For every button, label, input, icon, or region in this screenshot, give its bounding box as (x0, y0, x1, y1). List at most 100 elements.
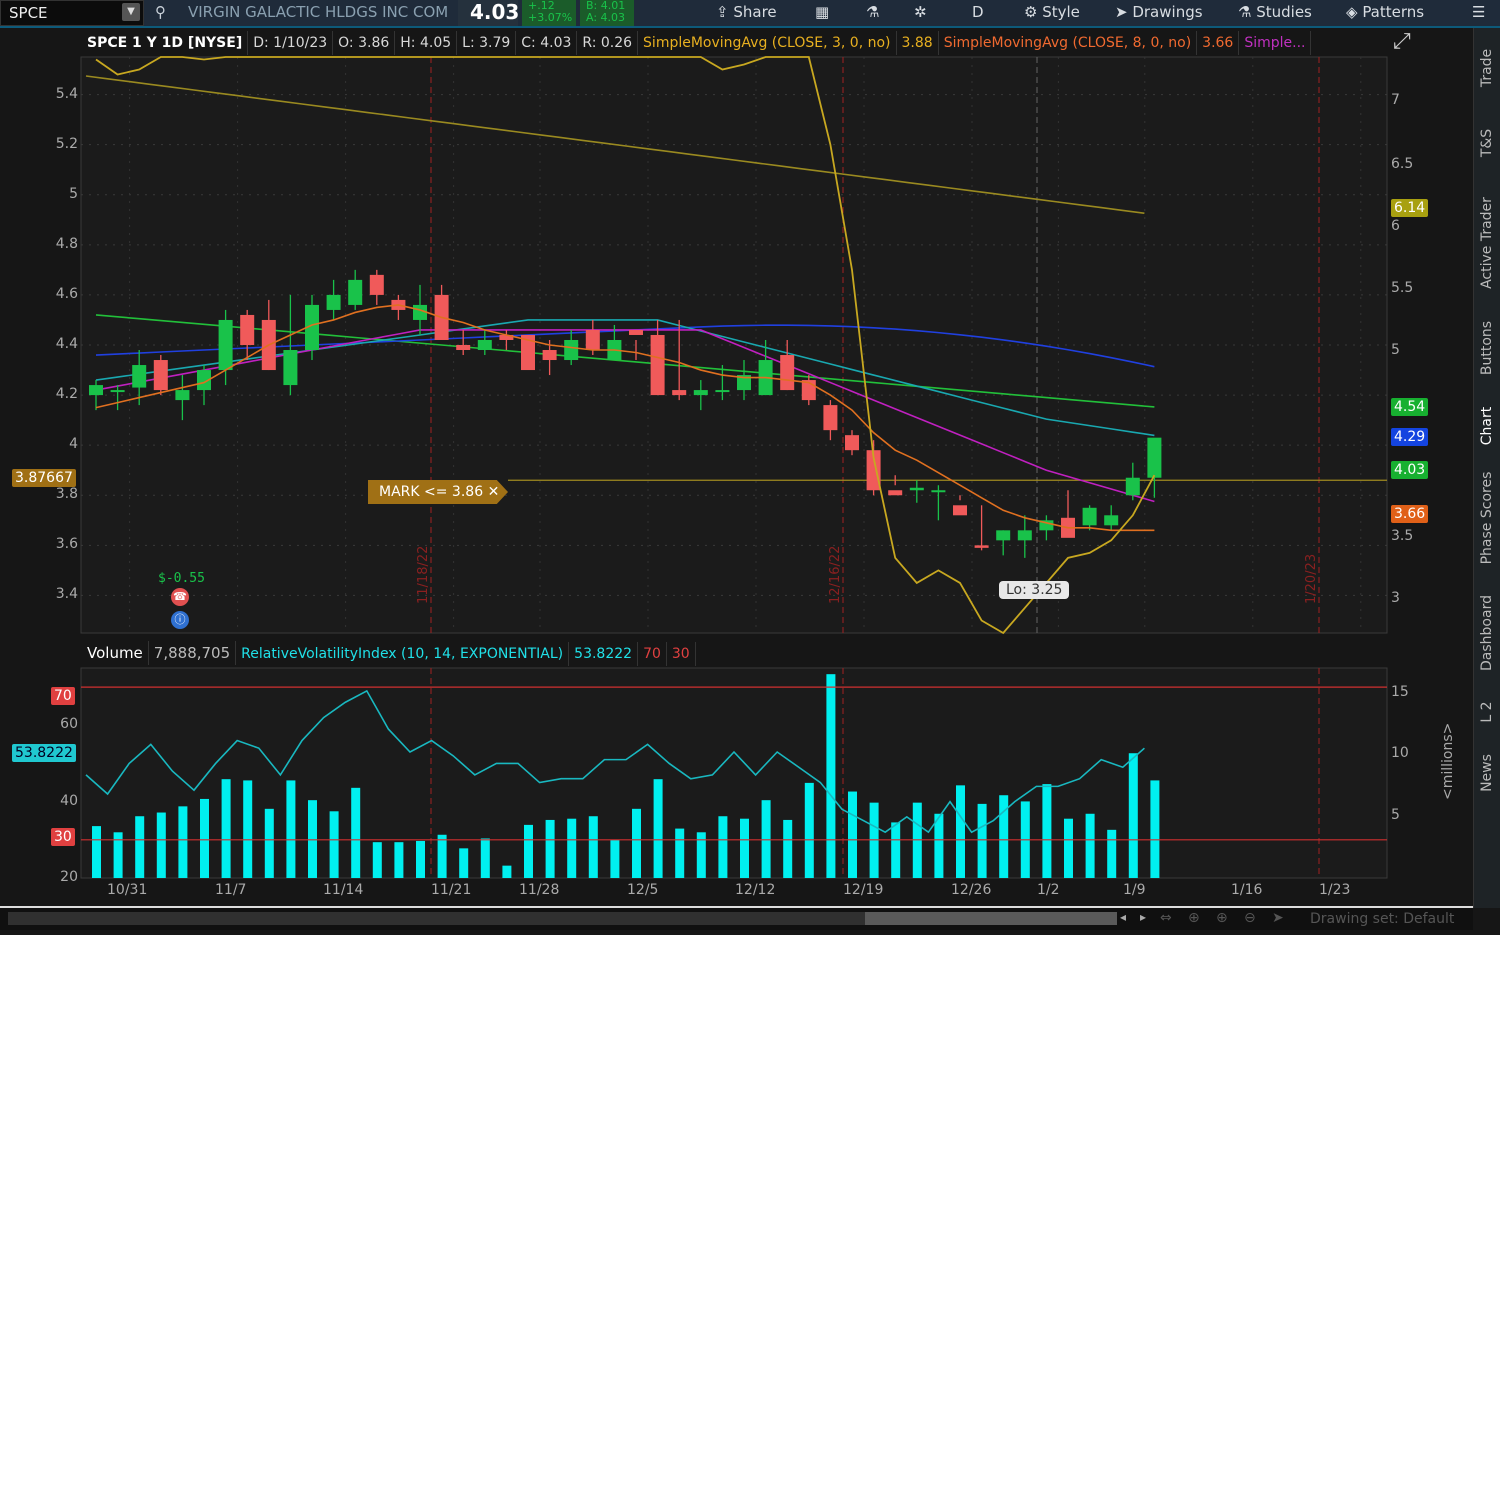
volume-bar (956, 785, 965, 878)
price-right-tick-label: 3.5 (1391, 528, 1414, 544)
candle-up (218, 319, 233, 371)
volume-bar (1064, 818, 1073, 878)
sidebar-tab-active-trader[interactable]: Active Trader (1479, 197, 1495, 289)
volume-panel (80, 667, 1388, 879)
sidebar-tab-news[interactable]: News (1479, 754, 1495, 792)
date-tick-label: 12/26 (951, 882, 992, 898)
price-right-tick-label: 5 (1391, 342, 1400, 358)
rvi-badge-value: 53.8222 (12, 744, 76, 762)
sidebar-tab-phase-scores[interactable]: Phase Scores (1479, 472, 1495, 565)
volume-bar (135, 816, 145, 878)
info-icon[interactable]: ⓘ (171, 611, 189, 629)
candle-down (650, 334, 665, 396)
scroll-left-icon[interactable]: ◂ (1120, 910, 1126, 924)
pan-icon[interactable]: ⇔ (1160, 910, 1172, 926)
volume-bar (891, 822, 901, 878)
volume-header: Volume 7,888,705 RelativeVolatilityIndex (… (82, 641, 696, 666)
candle-down (629, 329, 643, 335)
date-tick-label: 1/9 (1123, 882, 1146, 898)
candle-down (974, 545, 989, 548)
volume-bar (264, 808, 274, 878)
volume-bar (113, 832, 123, 878)
volume-bar (783, 819, 793, 878)
expiration-label: 12/16/22 (828, 545, 843, 604)
pointer-icon[interactable]: ➤ (1272, 910, 1284, 926)
expiration-label: 11/18/22 (416, 545, 431, 604)
volume-bar (740, 818, 749, 878)
volume-bar (286, 780, 296, 878)
scroll-thumb[interactable] (865, 912, 1117, 925)
drawing-set-label[interactable]: Drawing set: Default (1310, 911, 1454, 927)
rvi-tick-label: 60 (60, 716, 78, 733)
candle-up (1104, 515, 1119, 526)
price-panel (80, 56, 1388, 634)
volume-bar (848, 791, 857, 878)
right-sidebar: Trade T&S Active Trader Buttons Chart Phase S… (1473, 28, 1500, 908)
timeline-scrollbar[interactable]: ◂ ▸ ⇔ ⊕ ⊕ ⊖ ➤ Drawing set: Default (0, 906, 1473, 930)
volume-bar (696, 832, 706, 878)
volume-bar (1042, 784, 1052, 878)
candle-down (456, 345, 471, 351)
mark-alert-label[interactable]: MARK <= 3.86 ✕ (368, 480, 508, 504)
sidebar-tab-chart[interactable]: Chart (1479, 407, 1495, 445)
volume-bar (524, 824, 533, 878)
price-tick-label: 5.4 (55, 85, 78, 102)
menu-icon[interactable]: ☰ (1472, 0, 1485, 26)
volume-bar (1150, 780, 1160, 878)
volume-bar (1085, 813, 1095, 878)
earnings-icon[interactable]: ☎ (171, 588, 189, 606)
expiration-label: 1/20/23 (1304, 553, 1319, 604)
zoom-in-icon[interactable]: ⊕ (1216, 910, 1228, 926)
volume-bar (653, 779, 663, 878)
badge-6-14: 6.14 (1391, 199, 1429, 217)
candle-up (348, 279, 363, 305)
badge-3-66: 3.66 (1391, 505, 1429, 523)
candle-down (585, 329, 600, 351)
candle-up (715, 390, 730, 393)
sidebar-tab-buttons[interactable]: Buttons (1479, 321, 1495, 375)
volume-bar (156, 812, 166, 878)
rvi-label[interactable]: RelativeVolatilityIndex (10, 14, EXPONEN… (236, 642, 570, 666)
price-tick-label: 4.2 (55, 386, 78, 403)
badge-4-29: 4.29 (1391, 428, 1429, 446)
volume-bar (221, 779, 231, 878)
sidebar-tab-l-2[interactable]: L 2 (1479, 701, 1495, 722)
price-badge-left: 3.87667 (12, 469, 76, 487)
price-right-tick-label: 7 (1391, 92, 1400, 108)
close-icon[interactable]: ✕ (488, 484, 500, 500)
volume-bar (480, 838, 490, 878)
thinkorswim-chart-window: SPCE ▼ ⚲ VIRGIN GALACTIC HLDGS INC COM 4… (0, 0, 1500, 935)
volume-bar (437, 834, 447, 878)
volume-value: 7,888,705 (149, 641, 237, 665)
crosshair-icon[interactable]: ⊕ (1188, 910, 1200, 926)
volume-bar (977, 803, 987, 878)
volume-bar (394, 842, 404, 878)
sidebar-tab-t-s[interactable]: T&S (1479, 129, 1495, 157)
candle-up (1082, 507, 1097, 526)
sidebar-tab-dashboard[interactable]: Dashboard (1479, 595, 1495, 671)
price-tick-label: 5.2 (55, 135, 78, 152)
date-tick-label: 12/12 (735, 882, 776, 898)
candle-up (110, 390, 125, 393)
volume-label[interactable]: Volume (82, 641, 149, 665)
volume-bar (308, 800, 317, 878)
date-tick-label: 1/16 (1231, 882, 1263, 898)
chart-canvas[interactable] (0, 0, 1473, 906)
price-tick-label: 4.4 (55, 336, 78, 352)
volume-bar (632, 808, 641, 878)
date-tick-label: 11/28 (519, 882, 560, 898)
rvi-tick-label: 20 (60, 869, 78, 885)
price-tick-label: 4.6 (55, 285, 78, 302)
date-tick-label: 10/31 (107, 882, 148, 898)
sidebar-tab-trade[interactable]: Trade (1479, 49, 1495, 87)
scroll-right-icon[interactable]: ▸ (1140, 910, 1146, 924)
price-tick-label: 5 (69, 185, 78, 202)
volume-bar (761, 800, 771, 878)
price-tick-label: 3.6 (55, 536, 78, 553)
candle-down (953, 505, 967, 516)
candle-down (823, 405, 838, 431)
volume-bar (243, 780, 253, 878)
zoom-out-icon[interactable]: ⊖ (1244, 910, 1256, 926)
candle-up (931, 490, 946, 493)
scroll-track[interactable] (8, 912, 865, 925)
